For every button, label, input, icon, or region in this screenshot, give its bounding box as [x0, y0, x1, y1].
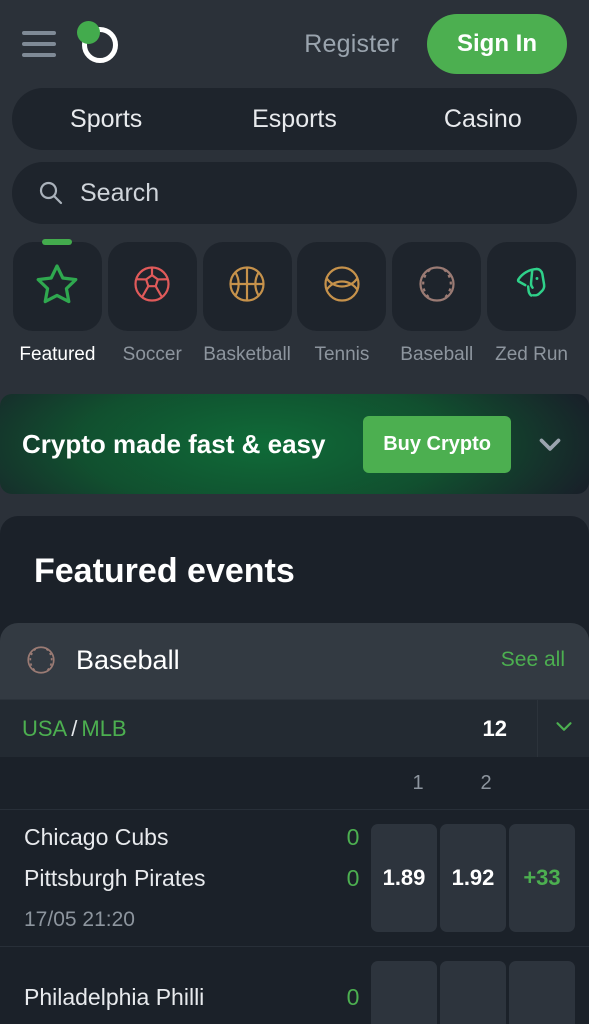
- match-start-time: 17/05 21:20: [24, 908, 135, 931]
- active-indicator: [42, 239, 73, 245]
- hamburger-menu-icon[interactable]: [22, 31, 56, 57]
- away-team-name: Pittsburgh Pirates: [24, 865, 206, 891]
- league-event-count: 12: [482, 715, 507, 741]
- category-tile[interactable]: [107, 242, 197, 331]
- hamburger-bar: [22, 53, 56, 57]
- category-zed-run[interactable]: Zed Run: [486, 242, 577, 366]
- category-soccer[interactable]: Soccer: [107, 242, 198, 366]
- league-name[interactable]: MLB: [81, 716, 126, 741]
- more-markets-button[interactable]: [509, 961, 575, 1024]
- home-team-score: 0: [346, 984, 360, 1010]
- odds-column-label-2: 2: [480, 771, 492, 794]
- home-team-line: Philadelphia Philli 0: [24, 984, 371, 1011]
- featured-events-card: Featured events Baseball See all USA / MLB…: [0, 516, 589, 1024]
- league-collapse-toggle[interactable]: [537, 700, 589, 757]
- sport-name: Baseball: [76, 644, 180, 675]
- match-info: Philadelphia Philli 0: [24, 961, 371, 1024]
- nav-tabs-container: Sports Esports Casino: [0, 88, 589, 150]
- tab-sports[interactable]: Sports: [12, 105, 200, 134]
- sign-in-button[interactable]: Sign In: [427, 14, 567, 74]
- category-tennis[interactable]: Tennis: [296, 242, 387, 366]
- category-tile[interactable]: [392, 242, 482, 331]
- table-row[interactable]: Philadelphia Philli 0: [0, 946, 589, 1024]
- baseball-icon: [415, 262, 459, 311]
- away-team-score: 0: [346, 865, 360, 891]
- league-link[interactable]: USA / MLB 12: [0, 700, 537, 757]
- soccer-ball-icon: [130, 262, 174, 311]
- home-team-line: Chicago Cubs 0: [24, 824, 371, 851]
- hamburger-bar: [22, 42, 56, 46]
- category-basketball[interactable]: Basketball: [202, 242, 293, 366]
- odds-button-1[interactable]: [371, 961, 437, 1024]
- crypto-banner-container: Crypto made fast & easy Buy Crypto: [0, 366, 589, 494]
- star-icon: [33, 260, 81, 313]
- register-link[interactable]: Register: [304, 30, 399, 59]
- more-markets-button[interactable]: +33: [509, 824, 575, 932]
- league-country[interactable]: USA: [22, 716, 67, 741]
- home-team-name: Chicago Cubs: [24, 824, 169, 850]
- category-label: Basketball: [203, 344, 291, 365]
- category-label: Soccer: [122, 344, 182, 365]
- match-info: Chicago Cubs 0 Pittsburgh Pirates 0 17/0…: [24, 824, 371, 932]
- tab-casino[interactable]: Casino: [389, 105, 577, 134]
- search-container: Search: [0, 150, 589, 224]
- league-row: USA / MLB 12: [0, 699, 589, 757]
- category-label: Baseball: [400, 344, 474, 365]
- tennis-ball-icon: [320, 262, 364, 311]
- away-team-line: Pittsburgh Pirates 0: [24, 865, 371, 892]
- odds-column-header: 1 2: [0, 757, 589, 809]
- app-header: Register Sign In: [0, 0, 589, 88]
- logo-dot: [77, 21, 100, 44]
- league-separator: /: [71, 715, 78, 741]
- odds-group: [371, 961, 575, 1024]
- category-tile[interactable]: [202, 242, 292, 331]
- odds-button-1[interactable]: 1.89: [371, 824, 437, 932]
- home-team-name: Philadelphia Philli: [24, 984, 205, 1010]
- horse-head-icon: [509, 261, 555, 312]
- odds-group: 1.89 1.92 +33: [371, 824, 575, 932]
- league-path: USA / MLB: [22, 716, 127, 742]
- sport-category-strip: Featured Soccer Basketball Tennis Baseba…: [0, 224, 589, 366]
- odds-button-2[interactable]: 1.92: [440, 824, 506, 932]
- chevron-down-icon: [551, 713, 577, 744]
- search-input[interactable]: Search: [12, 162, 577, 224]
- see-all-link[interactable]: See all: [501, 648, 565, 672]
- category-label: Tennis: [314, 344, 370, 365]
- page-title: Featured events: [34, 552, 295, 590]
- home-team-score: 0: [346, 824, 360, 850]
- crypto-banner-title: Crypto made fast & easy: [22, 428, 326, 459]
- crypto-banner: Crypto made fast & easy Buy Crypto: [0, 394, 589, 494]
- baseball-icon: [24, 643, 58, 677]
- chevron-down-icon[interactable]: [533, 427, 567, 461]
- category-tile[interactable]: [12, 239, 102, 331]
- tab-esports[interactable]: Esports: [200, 105, 388, 134]
- odds-column-label-1: 1: [412, 771, 424, 794]
- table-row[interactable]: Chicago Cubs 0 Pittsburgh Pirates 0 17/0…: [0, 809, 589, 946]
- buy-crypto-button[interactable]: Buy Crypto: [363, 415, 511, 473]
- brand-logo-icon[interactable]: [76, 21, 122, 67]
- basketball-icon: [225, 262, 269, 311]
- category-label: Featured: [19, 344, 96, 365]
- category-baseball[interactable]: Baseball: [391, 242, 482, 366]
- search-icon: [38, 180, 64, 206]
- category-tile[interactable]: [297, 242, 387, 331]
- odds-button-2[interactable]: [440, 961, 506, 1024]
- sport-section-header: Baseball See all: [0, 623, 589, 699]
- category-tile[interactable]: [487, 242, 577, 331]
- category-label: Zed Run: [495, 344, 568, 365]
- category-featured[interactable]: Featured: [12, 239, 103, 366]
- nav-tabs: Sports Esports Casino: [12, 88, 577, 150]
- sport-section-baseball: Baseball See all USA / MLB 12 1 2 Chicag…: [0, 623, 589, 1024]
- hamburger-bar: [22, 31, 56, 35]
- search-placeholder-text: Search: [80, 178, 160, 207]
